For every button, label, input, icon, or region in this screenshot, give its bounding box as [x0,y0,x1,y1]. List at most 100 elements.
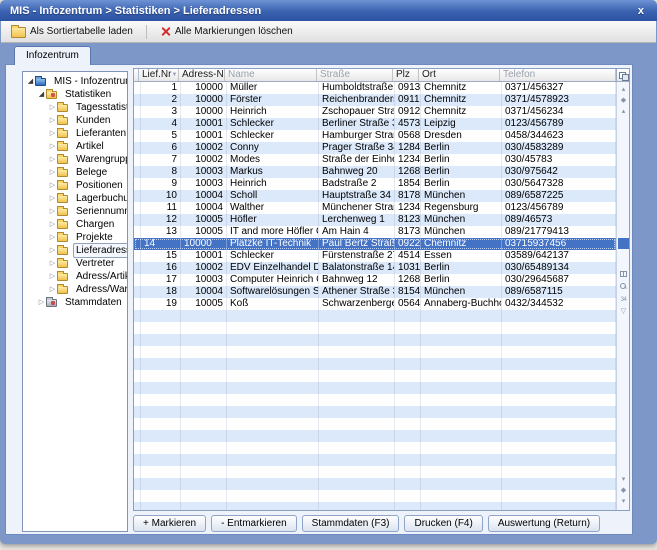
cell-plz: 12683 [395,274,421,286]
columns-icon[interactable] [620,271,627,277]
empty-row[interactable] [134,334,616,346]
empty-row[interactable] [134,478,616,490]
expand-arrow-icon[interactable]: ▷ [48,140,57,153]
expand-arrow-icon[interactable]: ▷ [48,257,57,270]
expand-arrow-icon[interactable]: ▷ [48,244,57,257]
table-row[interactable]: 1710003Computer Heinrich GmbHBahnweg 121… [134,274,616,286]
expand-arrow-icon[interactable]: ▷ [37,296,46,309]
table-row[interactable]: 1110004WaltherMünchener Straße 2312345Re… [134,202,616,214]
sum-icon[interactable]: 34 [617,295,630,305]
cell-ort: Berlin [421,274,502,286]
expand-arrow-icon[interactable]: ▷ [48,153,57,166]
empty-row[interactable] [134,406,616,418]
empty-row[interactable] [134,322,616,334]
cell-plz [395,502,421,511]
table-row[interactable]: 1610002EDV Einzelhandel Dietsch GmbBalat… [134,262,616,274]
expand-arrow-icon[interactable]: ▷ [48,205,57,218]
cell-ort [421,322,502,334]
empty-row[interactable] [134,370,616,382]
table-row[interactable]: 210000FörsterReichenbranderstraße 309117… [134,94,616,106]
table-row[interactable]: 510001SchleckerHamburger Straße05683Dres… [134,130,616,142]
cell-lief-nr [141,334,181,346]
scroll-up-icon[interactable]: ▴ [617,107,630,117]
empty-row[interactable] [134,358,616,370]
column-header-ort[interactable]: Ort [419,69,500,81]
expand-arrow-icon[interactable]: ▷ [48,127,57,140]
cell-name [227,334,319,346]
collapse-arrow-icon[interactable]: ◢ [26,75,35,88]
collapse-arrow-icon[interactable]: ◢ [37,88,46,101]
empty-row[interactable] [134,418,616,430]
empty-row[interactable] [134,346,616,358]
cell-ort [421,346,502,358]
table-row[interactable]: 1910005KoßSchwarzenberger Straße05645Ann… [134,298,616,310]
expand-arrow-icon[interactable]: ▷ [48,270,57,283]
entmarkieren-button[interactable]: - Entmarkieren [211,515,297,532]
scroll-bottom-icon[interactable]: ▾ [617,497,630,507]
toolbar-separator [146,25,147,39]
column-header-adress-nr[interactable]: Adress-Nr. [179,69,225,81]
table-row[interactable]: 410001SchleckerBerliner Straße 3445738Le… [134,118,616,130]
magnifier-icon[interactable] [620,283,627,290]
empty-row[interactable] [134,502,616,511]
expand-arrow-icon[interactable]: ▷ [48,231,57,244]
empty-row[interactable] [134,442,616,454]
column-header-stra-e[interactable]: Straße [317,69,393,81]
expand-arrow-icon[interactable]: ▷ [48,166,57,179]
drucken-button[interactable]: Drucken (F4) [404,515,482,532]
markieren-button[interactable]: + Markieren [133,515,206,532]
row-indicator [134,94,141,106]
table-row[interactable]: 310000HeinrichZschopauer Straße 28009126… [134,106,616,118]
empty-row[interactable] [134,490,616,502]
filter-funnel-icon[interactable]: ▽ [617,307,630,317]
empty-row[interactable] [134,310,616,322]
table-row[interactable]: 710002ModesStraße der Einheit 3412342Ber… [134,154,616,166]
tree-item-stammdaten[interactable]: ▷Stammdaten [23,296,127,309]
scroll-top-icon[interactable]: ▴ [617,85,630,95]
empty-row[interactable] [134,430,616,442]
cell-name: Schlecker [227,250,319,262]
load-sorttable-button[interactable]: Als Sortiertabelle laden [6,23,138,40]
close-button[interactable]: x [635,4,647,18]
table-row[interactable]: 610002ConnyPrager Straße 3412845Berlin03… [134,142,616,154]
column-header-lief-nr[interactable]: Lief.Nr▼ [139,69,179,81]
expand-arrow-icon[interactable]: ▷ [48,283,57,296]
empty-row[interactable] [134,394,616,406]
table-row[interactable]: 110000MüllerHumboldtstraße 1009130Chemni… [134,82,616,94]
empty-row[interactable] [134,454,616,466]
cell-lief-nr: 6 [141,142,181,154]
column-header-name[interactable]: Name [225,69,317,81]
column-header-telefon[interactable]: Telefon [500,69,616,81]
folder-icon [57,259,70,269]
stammdaten-button[interactable]: Stammdaten (F3) [302,515,400,532]
table-row[interactable]: 1510001SchleckerFürstenstraße 2745145Ess… [134,250,616,262]
table-row[interactable]: 1410000Platzke IT-TechnikPaul Bertz Stra… [134,238,616,250]
scroll-marker2-icon[interactable]: ◆ [617,486,630,496]
column-header-plz[interactable]: Plz [393,69,419,81]
auswertung-button[interactable]: Auswertung (Return) [488,515,600,532]
row-indicator [134,154,141,166]
row-indicator [134,106,141,118]
expand-arrow-icon[interactable]: ▷ [48,218,57,231]
table-row[interactable]: 810003MarkusBahnweg 2012683Berlin030/975… [134,166,616,178]
scroll-down-icon[interactable]: ▾ [617,475,630,485]
expand-arrow-icon[interactable]: ▷ [48,114,57,127]
empty-row[interactable] [134,466,616,478]
row-indicator [134,166,141,178]
empty-row[interactable] [134,382,616,394]
scroll-marker-icon[interactable]: ◆ [617,96,630,106]
expand-arrow-icon[interactable]: ▷ [48,192,57,205]
expand-arrow-icon[interactable]: ▷ [48,179,57,192]
table-row[interactable]: 1210005HöflerLerchenweg 181234München089… [134,214,616,226]
cell-stra-e [319,490,395,502]
clear-markings-button[interactable]: Alle Markierungen löschen [155,24,298,39]
expand-arrow-icon[interactable]: ▷ [48,101,57,114]
cell-ort [421,358,502,370]
table-row[interactable]: 1810004Softwarelösungen Scholl GmbAthene… [134,286,616,298]
cell-name [227,466,319,478]
column-chooser-icon[interactable] [616,69,629,82]
table-row[interactable]: 910003HeinrichBadstraße 218542Berlin030/… [134,178,616,190]
table-row[interactable]: 1010004SchollHauptstraße 3481783München0… [134,190,616,202]
tab-infozentrum[interactable]: Infozentrum [14,46,91,65]
table-row[interactable]: 1310005IT and more Höfler OHGAm Hain 481… [134,226,616,238]
